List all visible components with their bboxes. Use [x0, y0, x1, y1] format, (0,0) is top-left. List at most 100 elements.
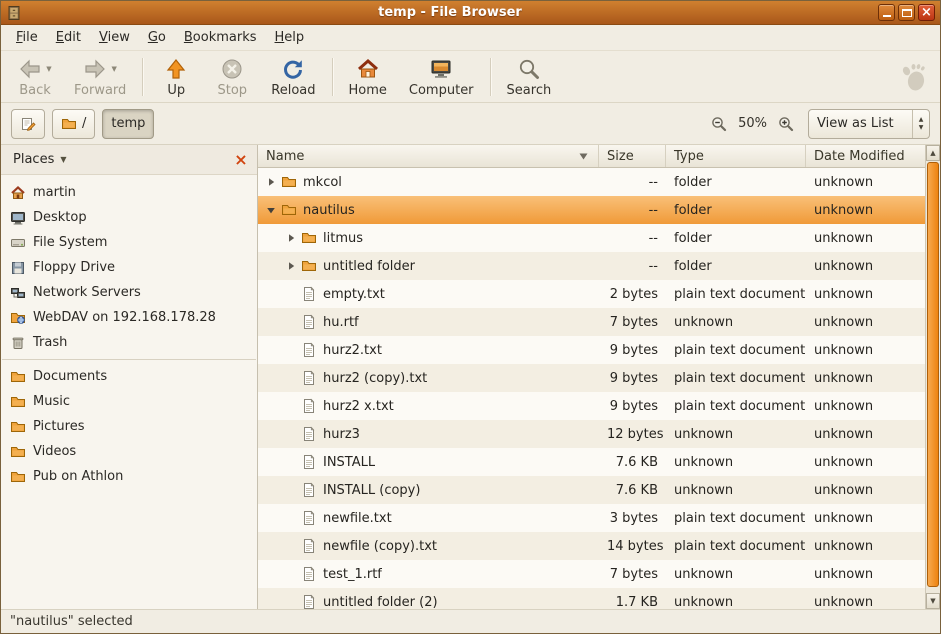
minimize-button[interactable] [878, 4, 895, 21]
file-row-test-1-rtf[interactable]: test_1.rtf7 bytesunknownunknown [258, 560, 925, 588]
window-icon [6, 5, 22, 21]
scroll-down-button[interactable]: ▼ [926, 593, 940, 609]
expand-arrow-icon[interactable] [284, 261, 298, 271]
cell-size: 7.6 KB [599, 455, 666, 470]
location-bar: / temp 50% View as List ▲▼ [1, 103, 940, 145]
cell-mod: unknown [806, 455, 925, 470]
sidebar-item-file-system[interactable]: File System [1, 230, 257, 255]
expand-arrow-icon[interactable] [264, 177, 278, 187]
view-mode-select[interactable]: View as List ▲▼ [808, 109, 930, 139]
sidebar-item-pictures[interactable]: Pictures [1, 414, 257, 439]
file-row-hu-rtf[interactable]: hu.rtf7 bytesunknownunknown [258, 308, 925, 336]
cell-type: unknown [666, 567, 806, 582]
sidebar-item-label: Videos [33, 444, 76, 459]
sidebar-item-trash[interactable]: Trash [1, 330, 257, 355]
cell-size: 9 bytes [599, 399, 666, 414]
cell-name: untitled folder (2) [258, 594, 599, 609]
menu-help[interactable]: Help [266, 26, 314, 49]
zoom-in-button[interactable] [775, 113, 797, 135]
column-header-size[interactable]: Size [599, 145, 666, 167]
toolbar-separator [142, 58, 143, 96]
menu-file[interactable]: File [7, 26, 47, 49]
file-row-litmus[interactable]: litmus--folderunknown [258, 224, 925, 252]
toolbar-home-button[interactable]: Home [338, 54, 398, 100]
file-icon [301, 426, 317, 442]
cell-type: plain text document [666, 343, 806, 358]
window-controls: × [878, 4, 935, 21]
toolbar-computer-button[interactable]: Computer [398, 54, 485, 100]
scroll-up-button[interactable]: ▲ [926, 145, 940, 161]
path-button-root[interactable]: / [52, 109, 95, 139]
sidebar-item-videos[interactable]: Videos [1, 439, 257, 464]
file-row-install-copy[interactable]: INSTALL (copy)7.6 KBunknownunknown [258, 476, 925, 504]
file-row-empty-txt[interactable]: empty.txt2 bytesplain text documentunkno… [258, 280, 925, 308]
toolbar-reload-button[interactable]: Reload [260, 54, 326, 100]
file-name: hurz2.txt [323, 343, 382, 358]
file-row-newfile-copy-txt[interactable]: newfile (copy).txt14 bytesplain text doc… [258, 532, 925, 560]
file-icon [301, 538, 317, 554]
file-icon [301, 342, 317, 358]
file-row-hurz3[interactable]: hurz312 bytesunknownunknown [258, 420, 925, 448]
titlebar[interactable]: temp - File Browser × [1, 1, 940, 25]
file-browser-window: temp - File Browser × FileEditViewGoBook… [0, 0, 941, 634]
sidebar-item-desktop[interactable]: Desktop [1, 205, 257, 230]
window-title: temp - File Browser [26, 5, 874, 20]
path-button-temp[interactable]: temp [102, 109, 154, 139]
file-row-untitled-folder[interactable]: untitled folder--folderunknown [258, 252, 925, 280]
computer-icon [429, 57, 453, 81]
toolbar-search-button[interactable]: Search [496, 54, 563, 100]
close-button[interactable]: × [918, 4, 935, 21]
sidebar-item-label: File System [33, 235, 107, 250]
toolbar-up-button[interactable]: Up [148, 54, 204, 100]
edit-location-button[interactable] [11, 109, 45, 139]
sort-indicator-icon [579, 153, 590, 160]
file-row-install[interactable]: INSTALL7.6 KBunknownunknown [258, 448, 925, 476]
sidebar-close-button[interactable]: × [231, 150, 251, 170]
column-header-date-modified[interactable]: Date Modified [806, 145, 925, 167]
sidebar-item-documents[interactable]: Documents [1, 364, 257, 389]
cell-size: -- [599, 259, 666, 274]
sidebar-item-martin[interactable]: martin [1, 180, 257, 205]
scroll-thumb[interactable] [927, 162, 939, 587]
file-icon [301, 370, 317, 386]
file-row-nautilus[interactable]: nautilus--folderunknown [258, 196, 925, 224]
maximize-button[interactable] [898, 4, 915, 21]
menu-edit[interactable]: Edit [47, 26, 90, 49]
file-row-hurz2-x-txt[interactable]: hurz2 x.txt9 bytesplain text documentunk… [258, 392, 925, 420]
file-row-untitled-folder-2[interactable]: untitled folder (2)1.7 KBunknownunknown [258, 588, 925, 609]
column-header-name[interactable]: Name [258, 145, 599, 167]
folder-icon [61, 116, 77, 132]
collapse-arrow-icon[interactable] [264, 205, 278, 215]
cell-mod: unknown [806, 399, 925, 414]
column-header-type[interactable]: Type [666, 145, 806, 167]
stop-icon [220, 57, 244, 81]
cell-size: 7 bytes [599, 315, 666, 330]
menu-go[interactable]: Go [139, 26, 175, 49]
places-menu-button[interactable]: Places ▼ [7, 150, 73, 169]
sidebar-item-webdav-on-192-168-178-28[interactable]: WebDAV on 192.168.178.28 [1, 305, 257, 330]
home-icon [10, 185, 26, 201]
file-row-mkcol[interactable]: mkcol--folderunknown [258, 168, 925, 196]
cell-mod: unknown [806, 567, 925, 582]
zoom-out-button[interactable] [708, 113, 730, 135]
cell-name: mkcol [258, 174, 599, 190]
sidebar-item-network-servers[interactable]: Network Servers [1, 280, 257, 305]
sidebar-item-music[interactable]: Music [1, 389, 257, 414]
vertical-scrollbar[interactable]: ▲ ▼ [925, 145, 940, 609]
file-row-newfile-txt[interactable]: newfile.txt3 bytesplain text documentunk… [258, 504, 925, 532]
file-icon [301, 510, 317, 526]
sidebar-item-floppy-drive[interactable]: Floppy Drive [1, 255, 257, 280]
sidebar-item-label: Music [33, 394, 70, 409]
column-headers: NameSizeTypeDate Modified [258, 145, 925, 168]
cell-mod: unknown [806, 483, 925, 498]
menu-view[interactable]: View [90, 26, 139, 49]
scroll-track[interactable] [926, 161, 940, 593]
menu-bookmarks[interactable]: Bookmarks [175, 26, 266, 49]
file-row-hurz2-copy-txt[interactable]: hurz2 (copy).txt9 bytesplain text docume… [258, 364, 925, 392]
expand-arrow-icon[interactable] [284, 233, 298, 243]
go-home-icon [356, 57, 380, 81]
sidebar-item-pub-on-athlon[interactable]: Pub on Athlon [1, 464, 257, 489]
minimize-icon [883, 15, 891, 17]
file-row-hurz2-txt[interactable]: hurz2.txt9 bytesplain text documentunkno… [258, 336, 925, 364]
sidebar-item-label: martin [33, 185, 76, 200]
